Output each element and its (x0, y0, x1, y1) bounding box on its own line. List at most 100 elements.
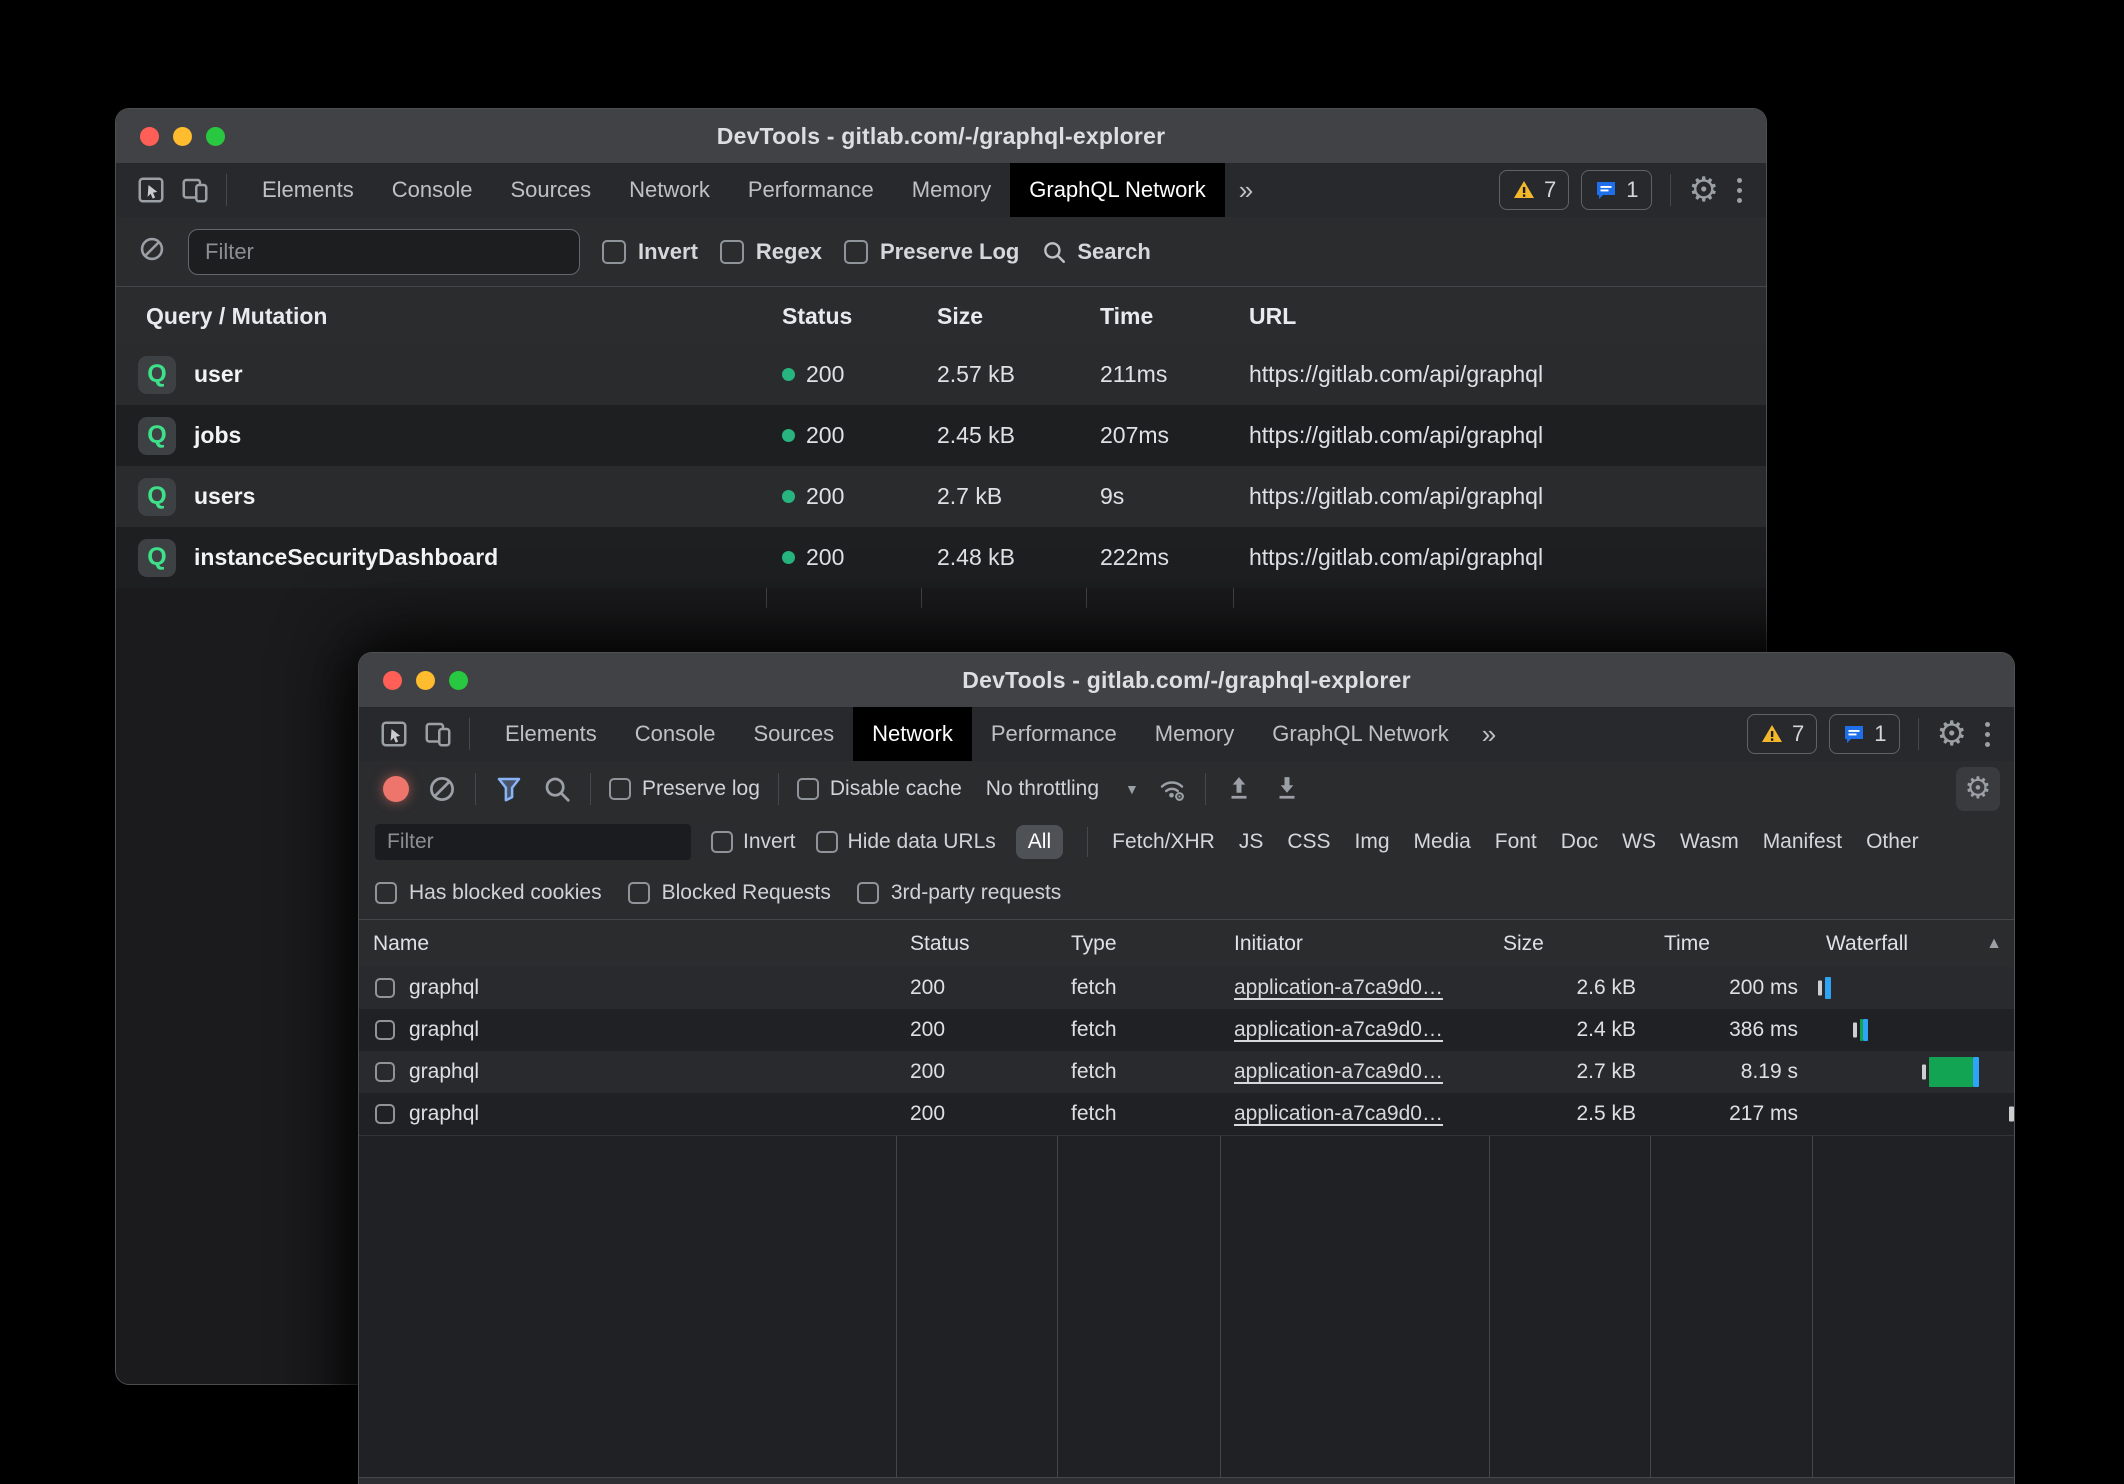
preserve-log-checkbox[interactable]: Preserve Log (844, 239, 1019, 265)
tab-memory[interactable]: Memory (1136, 707, 1253, 761)
tab-graphql-network[interactable]: GraphQL Network (1253, 707, 1467, 761)
kebab-menu-icon[interactable] (1979, 722, 1996, 747)
search-button[interactable]: Search (1041, 239, 1150, 265)
waterfall-bar[interactable] (1812, 1051, 2015, 1093)
regex-checkbox[interactable]: Regex (720, 239, 822, 265)
header-query-mutation[interactable]: Query / Mutation (146, 287, 327, 345)
titlebar[interactable]: DevTools - gitlab.com/-/graphql-explorer (116, 109, 1766, 164)
checkbox[interactable] (816, 831, 838, 853)
row-checkbox[interactable] (375, 1020, 395, 1040)
checkbox[interactable] (609, 778, 631, 800)
table-row[interactable]: graphql 200 fetch application-a7ca9d0… 2… (359, 1093, 2014, 1135)
request-name[interactable]: graphql (409, 1009, 479, 1051)
request-name[interactable]: graphql (409, 1051, 479, 1093)
request-name[interactable]: graphql (409, 967, 479, 1009)
filter-funnel-icon[interactable] (494, 774, 524, 804)
table-row[interactable]: Q user 200 2.57 kB 211ms https://gitlab.… (116, 344, 1766, 405)
filter-chip-doc[interactable]: Doc (1561, 830, 1598, 854)
clear-icon[interactable] (138, 235, 166, 268)
inspect-element-icon[interactable] (375, 715, 413, 753)
row-checkbox[interactable] (375, 1062, 395, 1082)
tab-graphql-network[interactable]: GraphQL Network (1010, 163, 1224, 217)
header-status[interactable]: Status (782, 287, 852, 345)
checkbox[interactable] (797, 778, 819, 800)
header-type[interactable]: Type (1071, 920, 1117, 968)
throttling-dropdown[interactable]: No throttling ▼ (980, 777, 1139, 801)
device-toolbar-icon[interactable] (176, 171, 214, 209)
warnings-badge[interactable]: 7 (1499, 170, 1569, 210)
tab-console[interactable]: Console (616, 707, 735, 761)
tab-console[interactable]: Console (373, 163, 492, 217)
header-initiator[interactable]: Initiator (1234, 920, 1303, 968)
filter-chip-media[interactable]: Media (1414, 830, 1471, 854)
row-checkbox[interactable] (375, 1104, 395, 1124)
tab-network[interactable]: Network (853, 707, 972, 761)
tab-performance[interactable]: Performance (729, 163, 893, 217)
header-time[interactable]: Time (1100, 287, 1153, 345)
checkbox[interactable] (602, 240, 626, 264)
inspect-element-icon[interactable] (132, 171, 170, 209)
waterfall-bar[interactable] (1812, 1009, 2015, 1051)
header-waterfall[interactable]: Waterfall (1826, 920, 1908, 968)
more-tabs-icon[interactable]: » (1468, 707, 1510, 761)
filter-chip-font[interactable]: Font (1495, 830, 1537, 854)
tab-performance[interactable]: Performance (972, 707, 1136, 761)
sort-ascending-icon[interactable]: ▲ (1986, 920, 2002, 968)
filter-chip-fetch-xhr[interactable]: Fetch/XHR (1112, 830, 1215, 854)
header-size[interactable]: Size (1503, 920, 1544, 968)
titlebar[interactable]: DevTools - gitlab.com/-/graphql-explorer (359, 653, 2014, 708)
filter-chip-wasm[interactable]: Wasm (1680, 830, 1739, 854)
filter-chip-other[interactable]: Other (1866, 830, 1919, 854)
request-name[interactable]: graphql (409, 1093, 479, 1135)
header-url[interactable]: URL (1249, 287, 1296, 345)
request-name[interactable]: jobs (194, 405, 241, 466)
close-button[interactable] (383, 671, 402, 690)
blocked-requests-checkbox[interactable]: Blocked Requests (628, 881, 831, 905)
tab-elements[interactable]: Elements (243, 163, 373, 217)
preserve-log-checkbox[interactable]: Preserve log (609, 777, 760, 801)
checkbox[interactable] (857, 882, 879, 904)
filter-chip-img[interactable]: Img (1355, 830, 1390, 854)
checkbox[interactable] (711, 831, 733, 853)
import-har-icon[interactable] (1224, 774, 1254, 804)
waterfall-bar[interactable] (1812, 967, 2015, 1009)
filter-input[interactable] (375, 824, 691, 860)
table-row[interactable]: graphql 200 fetch application-a7ca9d0… 2… (359, 967, 2014, 1009)
filter-chip-css[interactable]: CSS (1287, 830, 1330, 854)
request-name[interactable]: user (194, 344, 243, 405)
table-row[interactable]: graphql 200 fetch application-a7ca9d0… 2… (359, 1009, 2014, 1051)
tab-network[interactable]: Network (610, 163, 729, 217)
filter-chip-js[interactable]: JS (1239, 830, 1264, 854)
initiator-link[interactable]: application-a7ca9d0… (1234, 1102, 1443, 1126)
header-time[interactable]: Time (1664, 920, 1710, 968)
minimize-button[interactable] (416, 671, 435, 690)
invert-checkbox[interactable]: Invert (711, 830, 796, 854)
header-size[interactable]: Size (937, 287, 983, 345)
export-har-icon[interactable] (1272, 774, 1302, 804)
initiator-link[interactable]: application-a7ca9d0… (1234, 976, 1443, 1000)
settings-gear-icon[interactable]: ⚙ (1689, 173, 1719, 207)
tab-sources[interactable]: Sources (491, 163, 610, 217)
messages-badge[interactable]: 1 (1581, 170, 1651, 210)
zoom-button[interactable] (449, 671, 468, 690)
row-checkbox[interactable] (375, 978, 395, 998)
filter-chip-ws[interactable]: WS (1622, 830, 1656, 854)
initiator-link[interactable]: application-a7ca9d0… (1234, 1060, 1443, 1084)
third-party-requests-checkbox[interactable]: 3rd-party requests (857, 881, 1061, 905)
minimize-button[interactable] (173, 127, 192, 146)
has-blocked-cookies-checkbox[interactable]: Has blocked cookies (375, 881, 602, 905)
filter-input[interactable] (188, 229, 580, 275)
filter-chip-all[interactable]: All (1016, 825, 1063, 859)
tab-memory[interactable]: Memory (893, 163, 1010, 217)
filter-chip-manifest[interactable]: Manifest (1763, 830, 1842, 854)
request-name[interactable]: instanceSecurityDashboard (194, 527, 498, 588)
header-name[interactable]: Name (373, 920, 429, 968)
invert-checkbox[interactable]: Invert (602, 239, 698, 265)
tab-sources[interactable]: Sources (734, 707, 853, 761)
close-button[interactable] (140, 127, 159, 146)
table-row[interactable]: Q users 200 2.7 kB 9s https://gitlab.com… (116, 466, 1766, 527)
waterfall-bar[interactable] (1812, 1093, 2015, 1135)
table-row[interactable]: Q instanceSecurityDashboard 200 2.48 kB … (116, 527, 1766, 588)
table-row[interactable]: Q jobs 200 2.45 kB 207ms https://gitlab.… (116, 405, 1766, 466)
kebab-menu-icon[interactable] (1731, 178, 1748, 203)
